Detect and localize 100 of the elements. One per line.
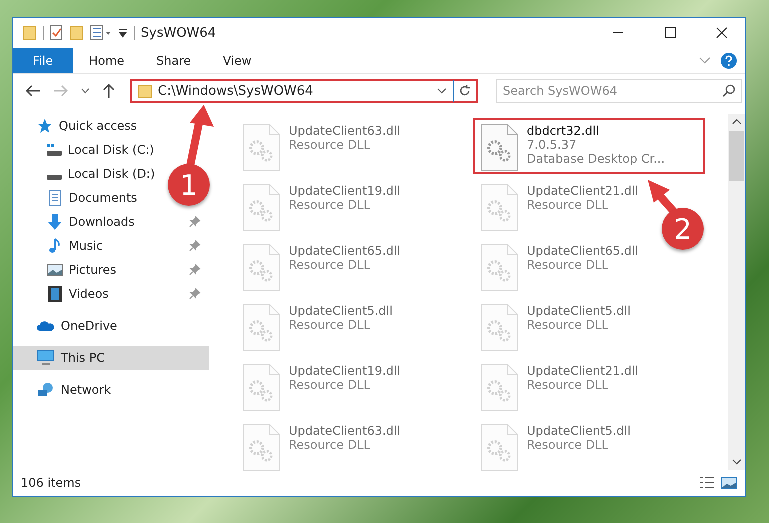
details-view-icon[interactable] [699,476,715,490]
file-detail: Resource DLL [289,378,372,392]
file-item[interactable]: UpdateClient21.dll Resource DLL [473,178,647,234]
sidebar-item[interactable]: Videos [13,282,117,306]
help-icon[interactable] [721,52,737,68]
file-detail: Resource DLL [289,318,372,332]
network-icon [37,382,55,398]
file-name: UpdateClient65.dll [289,244,401,258]
dll-file-icon [243,364,281,412]
file-name: UpdateClient65.dll [527,244,639,258]
dll-file-icon [481,184,519,232]
dll-file-icon [481,124,519,172]
sidebar-item[interactable]: Network [13,378,209,402]
sidebar-item[interactable]: Music [13,234,112,258]
file-item[interactable]: UpdateClient21.dll Resource DLL [473,358,647,414]
ribbon-tab[interactable]: View [207,48,268,73]
file-item[interactable]: UpdateClient5.dll Resource DLL [473,418,639,474]
address-bar[interactable]: C:\Windows\SysWOW64 [130,79,478,103]
dll-file-icon [243,424,281,472]
window-title: SysWOW64 [141,26,216,40]
sidebar-item[interactable]: Local Disk (D:) [13,162,164,186]
dll-file-icon [481,244,519,292]
file-item[interactable]: UpdateClient63.dll Resource DLL [235,418,409,474]
dropdown-icon[interactable] [437,88,447,94]
dll-file-icon [481,424,519,472]
sidebar-item[interactable]: Local Disk (C:) [13,138,162,162]
file-detail: Resource DLL [527,258,610,272]
sidebar-item[interactable]: Documents [13,186,146,210]
file-detail: Resource DLL [289,438,372,452]
sidebar-item[interactable]: Quick access [13,114,209,138]
sidebar-item[interactable]: This PC [13,346,209,370]
properties-icon[interactable] [50,25,64,41]
file-name: UpdateClient5.dll [527,424,631,438]
music-note-icon [47,238,63,254]
dll-file-icon [481,304,519,352]
file-item[interactable]: UpdateClient5.dll Resource DLL [235,298,401,354]
pin-icon[interactable] [189,288,201,300]
file-name: UpdateClient5.dll [527,304,631,318]
scroll-down-icon[interactable] [732,459,742,465]
scroll-up-icon[interactable] [732,119,742,125]
file-item[interactable]: UpdateClient63.dll Resource DLL [235,118,409,174]
folder-icon [138,84,152,98]
dll-file-icon [481,364,519,412]
dll-file-icon [243,304,281,352]
pin-icon[interactable] [189,216,201,228]
large-icons-view-icon[interactable] [721,476,737,490]
file-item[interactable]: UpdateClient19.dll Resource DLL [235,358,409,414]
dll-file-icon [243,184,281,232]
file-name: UpdateClient63.dll [289,424,401,438]
file-detail: Resource DLL [527,378,610,392]
ribbon-tab[interactable]: File [13,48,74,73]
file-detail: Resource DLL [527,318,610,332]
file-detail: Resource DLL [527,198,610,212]
file-name: UpdateClient19.dll [289,184,401,198]
sidebar-item[interactable]: Pictures [13,258,125,282]
file-name: UpdateClient21.dll [527,184,639,198]
film-icon [47,286,63,302]
search-field[interactable]: Search SysWOW64 [496,79,742,103]
file-item[interactable]: UpdateClient5.dll Resource DLL [473,298,639,354]
computer-icon [37,350,55,366]
expand-ribbon-icon[interactable] [699,56,711,64]
up-icon[interactable] [102,83,116,99]
address-path: C:\Windows\SysWOW64 [158,84,314,98]
sidebar-item[interactable]: OneDrive [13,314,209,338]
file-name: dbdcrt32.dll [527,124,600,138]
pin-icon[interactable] [189,264,201,276]
file-item[interactable]: UpdateClient65.dll Resource DLL [235,238,409,294]
file-item[interactable]: dbdcrt32.dll 7.0.5.37 Database Desktop Cr... [473,118,705,174]
scrollbar[interactable] [728,114,745,470]
file-item[interactable]: UpdateClient65.dll Resource DLL [473,238,647,294]
cloud-icon [37,320,55,332]
file-detail: Resource DLL [289,138,372,152]
file-detail: 7.0.5.37 [527,138,578,152]
item-count: 106 items [21,476,82,490]
dll-file-icon [243,244,281,292]
scrollbar-thumb[interactable] [729,131,744,181]
back-icon[interactable] [25,84,41,98]
picture-icon [47,263,63,277]
sidebar-item[interactable]: Downloads [13,210,143,234]
view-dropdown-icon[interactable] [90,25,112,41]
recent-locations-icon[interactable] [81,88,90,94]
file-name: UpdateClient63.dll [289,124,401,138]
file-item[interactable]: UpdateClient19.dll Resource DLL [235,178,409,234]
document-icon [47,190,63,206]
star-icon [37,118,53,134]
folder-icon [23,25,37,41]
file-detail: Resource DLL [289,198,372,212]
file-detail: Resource DLL [527,438,610,452]
download-icon [47,214,63,230]
drive-icon [47,144,62,156]
file-name: UpdateClient21.dll [527,364,639,378]
ribbon-tab[interactable]: Share [140,48,208,73]
ribbon-tab[interactable]: Home [73,48,141,73]
file-detail: Resource DLL [289,258,372,272]
drive-icon [47,174,62,180]
file-name: UpdateClient5.dll [289,304,393,318]
pin-icon[interactable] [189,240,201,252]
file-detail: Database Desktop Cr... [527,152,666,166]
dll-file-icon [243,124,281,172]
file-name: UpdateClient19.dll [289,364,401,378]
